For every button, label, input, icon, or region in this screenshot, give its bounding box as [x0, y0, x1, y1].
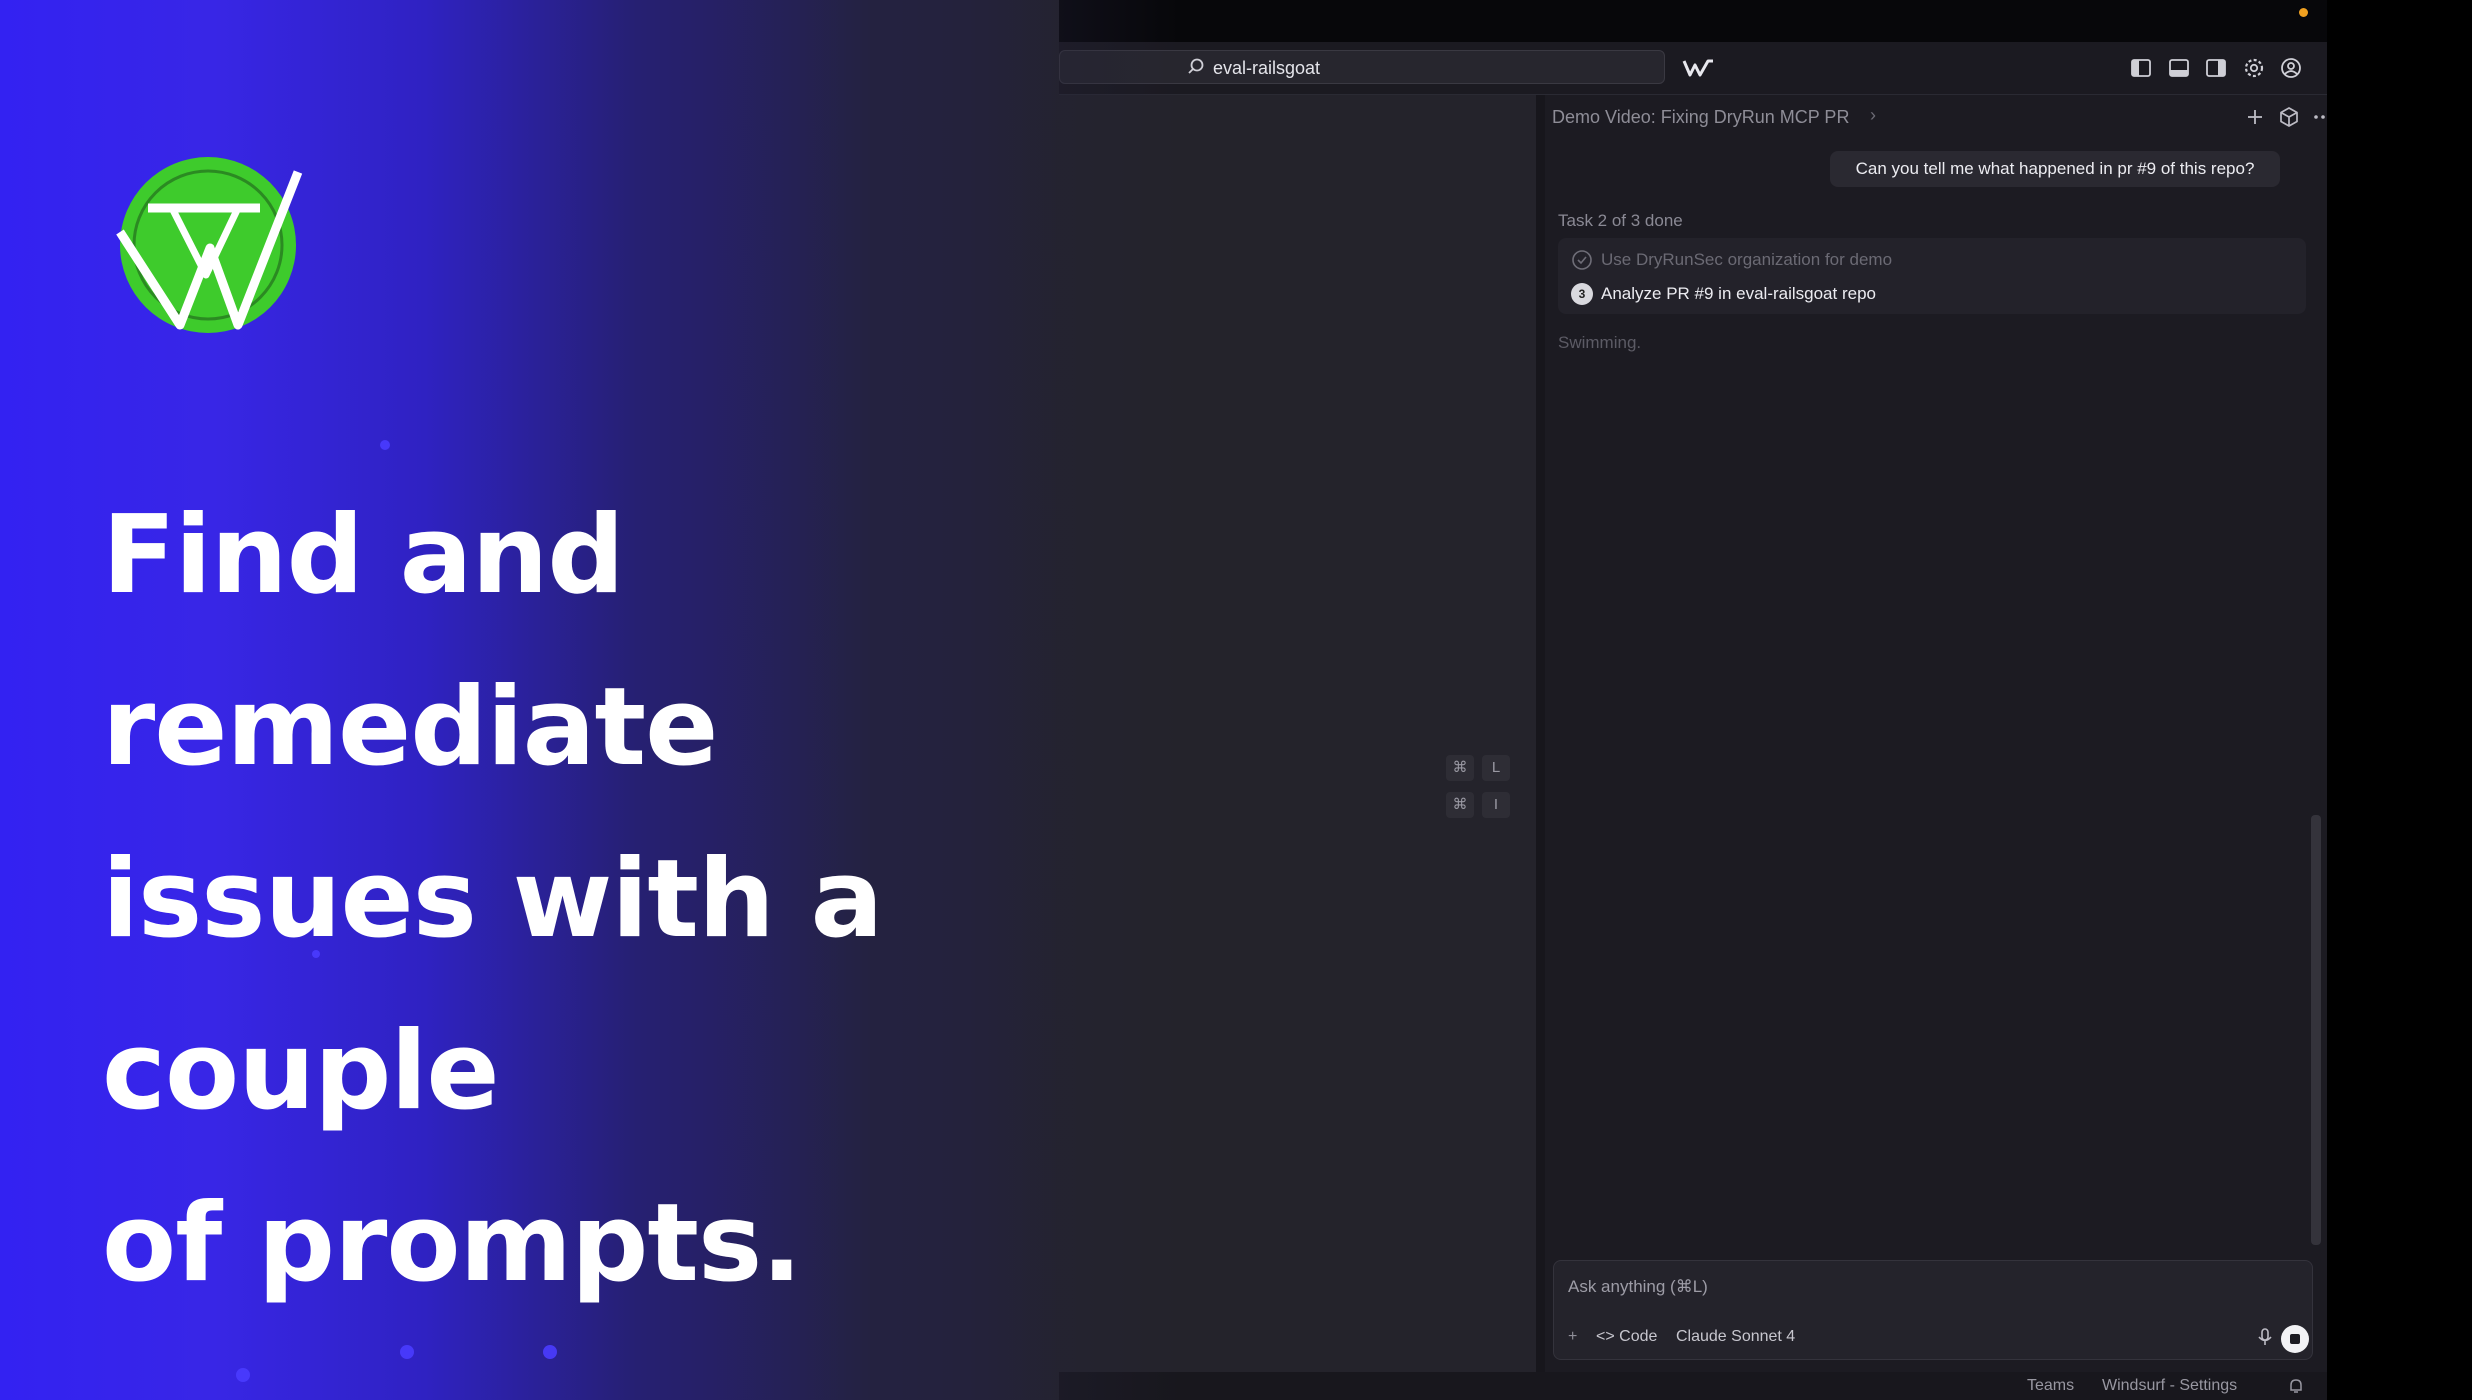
teams-status-item[interactable]: Teams: [2027, 1377, 2074, 1395]
check-circle-icon: [1572, 250, 1592, 270]
brand-logo-icon: [116, 157, 303, 333]
chat-scrollbar[interactable]: [2311, 815, 2321, 1245]
task-label: Use DryRunSec organization for demo: [1601, 250, 1893, 269]
cube-icon[interactable]: [2277, 105, 2301, 129]
screen: eval-railsgoat ⌘ L ⌘ I Demo Video: Fixin…: [0, 0, 2472, 1400]
task-list: Use DryRunSec organization for demo 3 An…: [1558, 238, 2306, 314]
bell-icon[interactable]: [2287, 1377, 2305, 1395]
task-item: Use DryRunSec organization for demo: [1558, 244, 2306, 274]
status-bar: Teams Windsurf - Settings: [1059, 1372, 2327, 1400]
code-mode-button[interactable]: <> Code: [1596, 1328, 1657, 1346]
account-icon[interactable]: [2279, 56, 2303, 80]
promo-headline: Find and remediate issues with a couple …: [102, 493, 883, 1306]
shortcut-key: L: [1482, 755, 1510, 781]
windsurf-logo-icon: [1682, 59, 1713, 77]
chat-title[interactable]: Demo Video: Fixing DryRun MCP PR: [1552, 107, 1849, 128]
task-item: 3 Analyze PR #9 in eval-railsgoat repo: [1558, 278, 2306, 308]
decorative-particle: [380, 440, 390, 450]
task-number-badge: 3: [1571, 283, 1593, 305]
add-context-button[interactable]: +: [1568, 1328, 1577, 1346]
editor-window: eval-railsgoat ⌘ L ⌘ I Demo Video: Fixin…: [1059, 0, 2327, 1400]
toggle-secondary-sidebar-icon[interactable]: [2204, 56, 2228, 80]
task-progress-header: Task 2 of 3 done: [1558, 211, 1683, 230]
decorative-particle: [543, 1345, 557, 1359]
shortcut-key: ⌘: [1446, 792, 1474, 818]
title-bar: eval-railsgoat: [1059, 42, 2327, 95]
task-label: Analyze PR #9 in eval-railsgoat repo: [1601, 284, 1876, 303]
input-toolbar: + <> Code Claude Sonnet 4: [1554, 1325, 2314, 1353]
user-message-bubble: Can you tell me what happened in pr #9 o…: [1830, 151, 2280, 187]
search-label: eval-railsgoat: [1213, 58, 1321, 78]
stop-icon: [2290, 1334, 2300, 1344]
model-selector[interactable]: Claude Sonnet 4: [1676, 1328, 1795, 1346]
decorative-particle: [236, 1368, 250, 1382]
shortcut-key: ⌘: [1446, 755, 1474, 781]
stop-generation-button[interactable]: [2281, 1325, 2309, 1353]
agent-status-text: Swimming.: [1558, 333, 1642, 352]
decorative-particle: [400, 1345, 414, 1359]
panel-divider[interactable]: [1536, 95, 1545, 1372]
chat-input-box[interactable]: Ask anything (⌘L) + <> Code Claude Sonne…: [1553, 1260, 2313, 1360]
settings-status-item[interactable]: Windsurf - Settings: [2102, 1377, 2237, 1395]
more-options-icon[interactable]: [2311, 105, 2327, 129]
os-top-bar: [1059, 0, 2327, 42]
toggle-primary-sidebar-icon[interactable]: [2129, 56, 2153, 80]
toggle-panel-icon[interactable]: [2167, 56, 2191, 80]
cascade-chat-panel: Demo Video: Fixing DryRun MCP PR › Can y…: [1545, 95, 2327, 1372]
new-chat-plus-icon[interactable]: [2243, 105, 2267, 129]
chevron-right-icon[interactable]: ›: [1870, 105, 1876, 126]
microphone-icon[interactable]: [2254, 1326, 2276, 1348]
chat-input-placeholder[interactable]: Ask anything (⌘L): [1568, 1277, 1708, 1297]
decorative-particle: [312, 950, 320, 958]
shortcut-key: I: [1482, 792, 1510, 818]
notification-dot: [2299, 8, 2308, 17]
settings-gear-icon[interactable]: [2242, 56, 2266, 80]
search-icon: [1188, 58, 1204, 74]
